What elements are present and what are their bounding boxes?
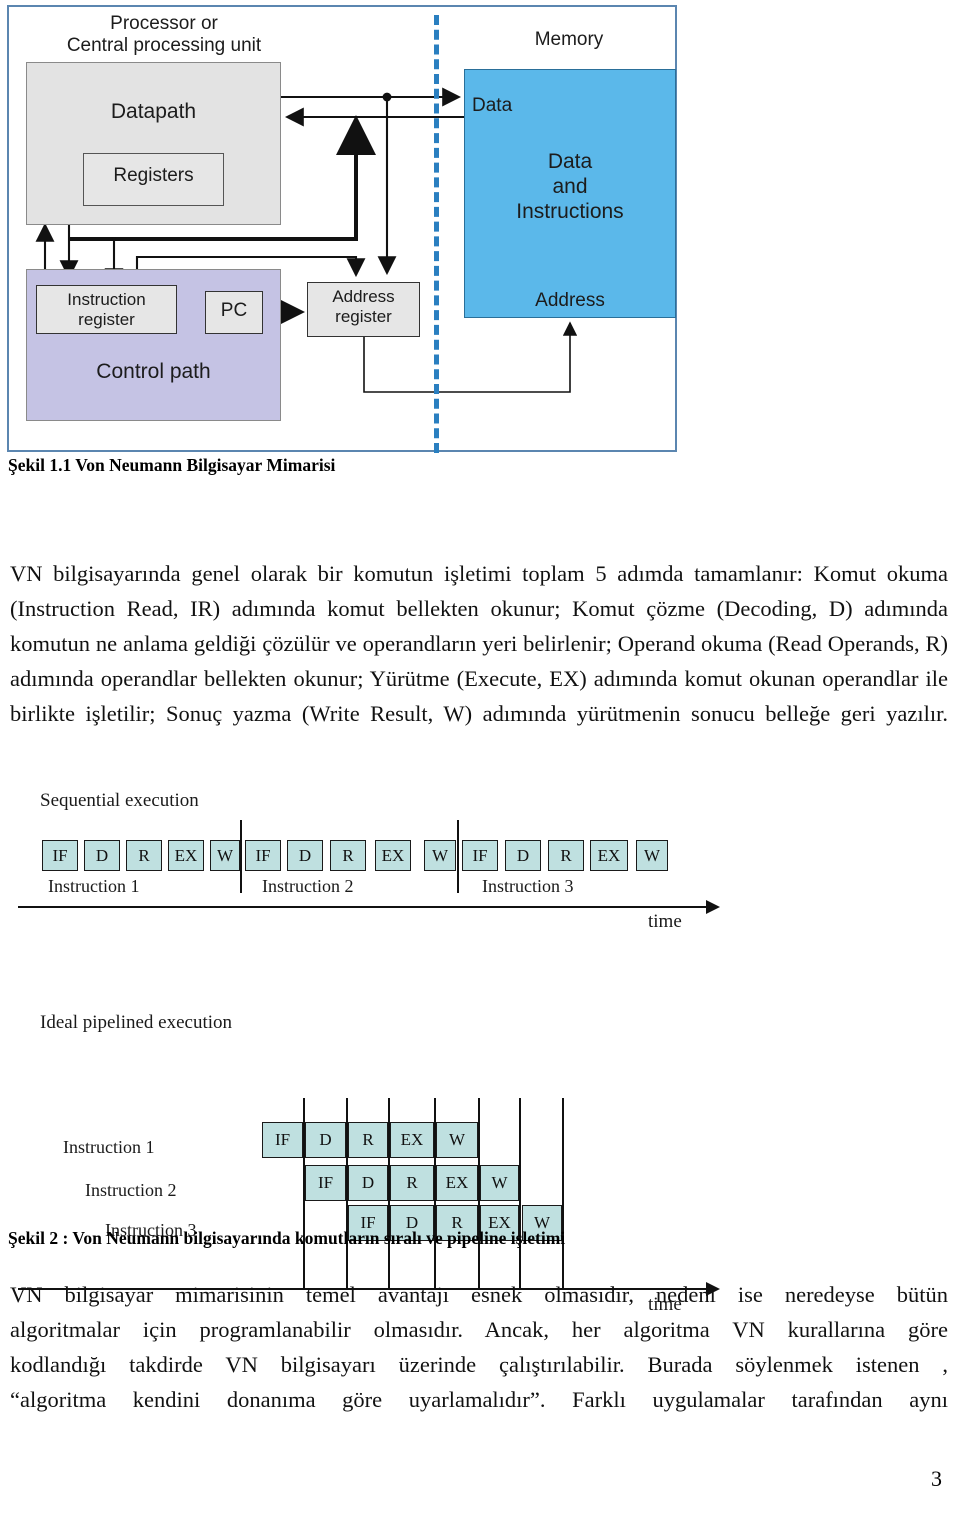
- stage-cell: W: [424, 840, 456, 871]
- instruction-divider-line: [457, 820, 459, 893]
- stage-cell: EX: [390, 1122, 434, 1158]
- cycle-divider-line: [562, 1098, 564, 1288]
- pipelined-execution-diagram: Ideal pipelined execution Instruction 1 …: [0, 1000, 760, 1315]
- stage-cell: R: [126, 840, 162, 871]
- stage-cell: D: [348, 1165, 388, 1201]
- paragraph-one: VN bilgisayarında genel olarak bir komut…: [10, 561, 948, 726]
- stage-cell: R: [330, 840, 366, 871]
- instruction-label: Instruction 3: [482, 876, 574, 896]
- figure-2-caption: Şekil 2 : Von Neumann bilgisayarında kom…: [8, 1228, 566, 1248]
- page-number: 3: [931, 1466, 942, 1491]
- cycle-divider-line: [519, 1098, 521, 1288]
- cpu-title: Processor or Central processing unit: [66, 13, 262, 57]
- stage-cell: D: [505, 840, 541, 871]
- stage-cell: W: [436, 1122, 478, 1158]
- instruction-divider-line: [240, 820, 242, 893]
- instruction-label: Instruction 2: [262, 876, 354, 896]
- stage-cell: W: [210, 840, 240, 871]
- stage-cell: R: [348, 1122, 388, 1158]
- datapath-label: Datapath: [110, 100, 197, 123]
- stage-cell: IF: [462, 840, 498, 871]
- stage-cell: EX: [436, 1165, 478, 1201]
- stage-cell: EX: [375, 840, 411, 871]
- stage-cell: IF: [245, 840, 281, 871]
- von-neumann-diagram-frame: Processor or Central processing unit Mem…: [7, 5, 677, 453]
- stage-cell: EX: [590, 840, 628, 871]
- stage-cell: D: [305, 1122, 346, 1158]
- instruction-label: Instruction 1: [48, 876, 140, 896]
- program-counter-label: PC: [220, 300, 248, 321]
- paragraph-two-line: “algoritma kendini donanıma göre uyarlam…: [10, 1387, 948, 1412]
- pipelined-execution-title: Ideal pipelined execution: [40, 1012, 233, 1033]
- stage-cell: R: [548, 840, 584, 871]
- paragraph-two-line: VN bilgisayar mimarisinin temel avantajı…: [10, 1282, 948, 1307]
- registers-label: Registers: [113, 165, 194, 186]
- time-axis-arrow: [706, 900, 720, 914]
- address-register-label: Address register: [332, 287, 395, 327]
- stage-cell: D: [84, 840, 120, 871]
- time-axis-label: time: [648, 911, 682, 932]
- instruction-register-label: Instruction register: [67, 290, 146, 330]
- memory-address-port-label: Address: [535, 290, 605, 311]
- sequential-execution-diagram: Sequential execution IF D R EX W Instruc…: [0, 780, 760, 950]
- paragraph-two: VN bilgisayar mimarisinin temel avantajı…: [10, 1277, 948, 1417]
- stage-cell: EX: [168, 840, 204, 871]
- cpu-memory-divider: [434, 15, 439, 453]
- stage-cell: IF: [305, 1165, 346, 1201]
- control-path-label: Control path: [96, 360, 211, 383]
- figure-1-caption: Şekil 1.1 Von Neumann Bilgisayar Mimaris…: [8, 455, 336, 475]
- sequential-execution-title: Sequential execution: [40, 790, 199, 811]
- stage-cell: D: [287, 840, 323, 871]
- paragraph-two-line: kodlandığı takdirde VN bilgisayarı üzeri…: [10, 1352, 948, 1377]
- stage-cell: W: [480, 1165, 519, 1201]
- stage-cell: IF: [42, 840, 78, 871]
- stage-cell: IF: [262, 1122, 303, 1158]
- instruction-label: Instruction 2: [85, 1180, 177, 1200]
- memory-contents-label: Data and Instructions: [516, 150, 624, 223]
- time-axis-line: [18, 906, 708, 908]
- memory-data-port-label: Data: [472, 95, 513, 116]
- memory-title: Memory: [534, 29, 604, 50]
- paragraph-two-line: algoritmalar için programlanabilir olmas…: [10, 1317, 948, 1342]
- stage-cell: R: [390, 1165, 434, 1201]
- stage-cell: W: [636, 840, 668, 871]
- instruction-label: Instruction 1: [63, 1137, 155, 1157]
